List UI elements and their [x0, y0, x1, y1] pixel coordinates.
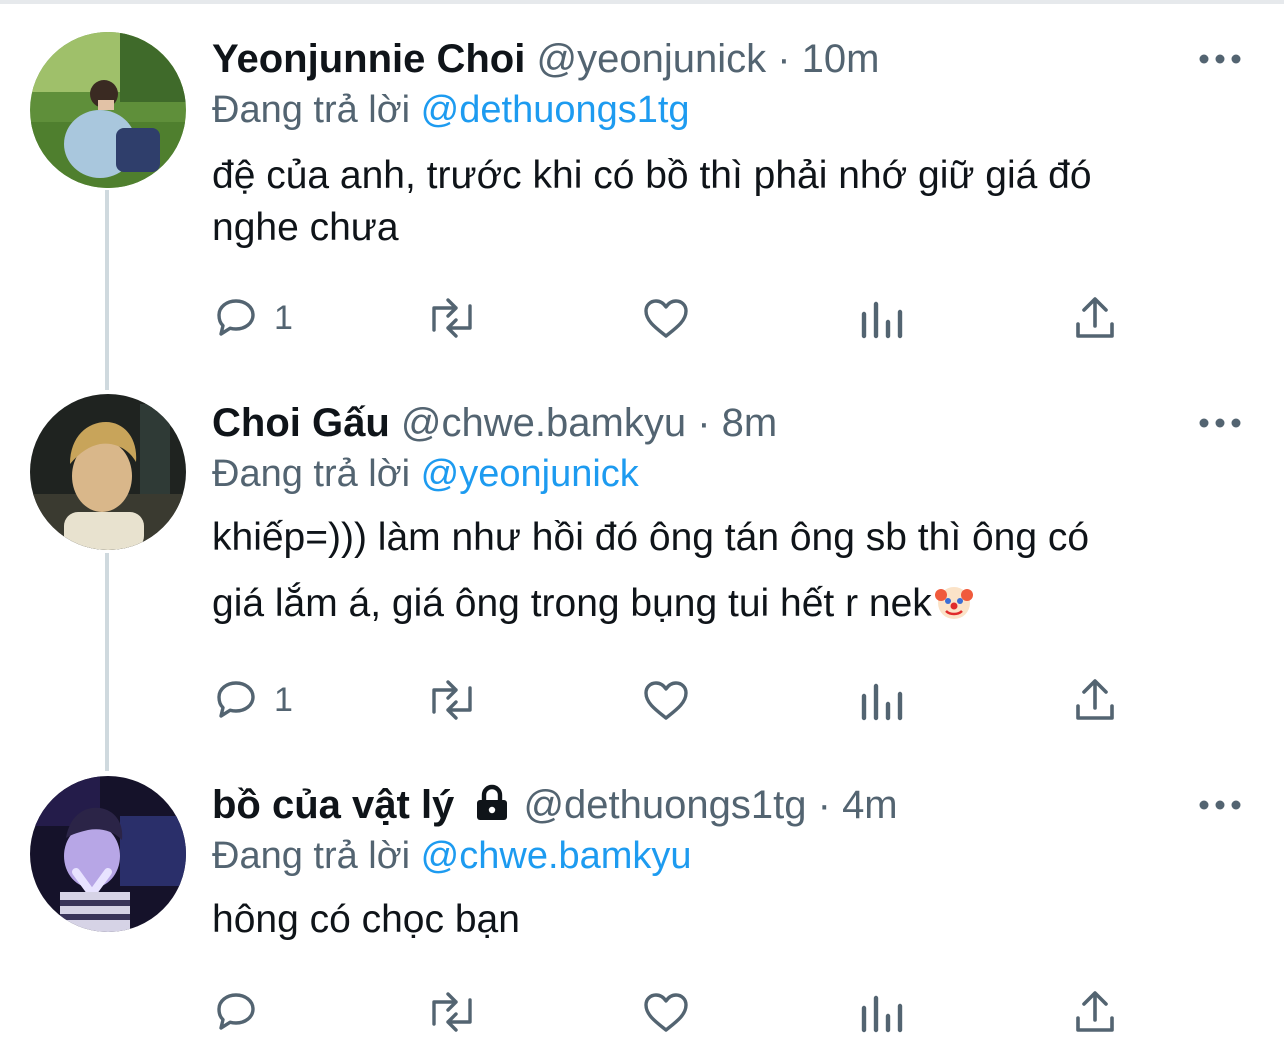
reply-mention[interactable]: @dethuongs1tg: [421, 89, 690, 131]
analytics-icon: [861, 301, 903, 339]
avatar[interactable]: [30, 32, 186, 188]
top-divider: [0, 0, 1284, 4]
tweet-text-row: giá lắm á, giá ông trong bụng tui hết r …: [212, 582, 974, 632]
retweet-button[interactable]: [424, 288, 480, 348]
separator: ·: [817, 783, 831, 827]
tweet-header: bồ của vật lý @dethuongs1tg · 4m: [212, 774, 898, 836]
replying-to-label: Đang trả lời: [212, 89, 411, 131]
user-handle[interactable]: @yeonjunick: [536, 37, 766, 81]
reply-icon: [217, 299, 255, 336]
share-button[interactable]: [1072, 670, 1118, 730]
reply-icon: [217, 993, 255, 1030]
reply-icon: [217, 681, 255, 718]
tweet-header: Yeonjunnie Choi @yeonjunick · 10m: [212, 28, 879, 90]
like-button[interactable]: [640, 670, 692, 730]
share-icon: [1076, 679, 1114, 720]
more-icon: [1199, 800, 1241, 810]
reply-count: 1: [274, 680, 293, 719]
separator: ·: [777, 37, 791, 81]
tweet-text-line: đệ của anh, trước khi có bồ thì phải nhớ…: [212, 154, 1092, 197]
reply-count: 1: [274, 298, 293, 337]
like-icon: [644, 299, 688, 338]
tweet-text-line: giá lắm á, giá ông trong bụng tui hết r …: [212, 582, 932, 625]
timestamp[interactable]: 10m: [802, 37, 880, 81]
avatar-photo: [30, 394, 186, 550]
timestamp[interactable]: 8m: [722, 401, 778, 445]
user-handle[interactable]: @dethuongs1tg: [523, 783, 806, 827]
clown-face-emoji: [934, 582, 974, 632]
reply-button[interactable]: 1: [212, 670, 293, 730]
retweet-button[interactable]: [424, 670, 480, 730]
more-icon: [1199, 54, 1241, 64]
avatar[interactable]: [30, 394, 186, 550]
like-icon: [644, 993, 688, 1032]
analytics-icon: [861, 683, 903, 721]
reply-mention[interactable]: @yeonjunick: [421, 453, 639, 495]
like-button[interactable]: [640, 982, 692, 1042]
user-handle[interactable]: @chwe.bamkyu: [401, 401, 686, 445]
reply-button[interactable]: 1: [212, 288, 293, 348]
action-bar: 1: [0, 288, 1284, 348]
avatar-photo: [30, 32, 186, 188]
separator: ·: [697, 401, 711, 445]
avatar-photo: [30, 776, 186, 932]
display-name[interactable]: bồ của vật lý: [212, 783, 454, 827]
replying-to-label: Đang trả lời: [212, 453, 411, 495]
tweet-text-line: khiếp=))) làm như hồi đó ông tán ông sb …: [212, 516, 1090, 559]
replying-to: Đang trả lời @yeonjunick: [212, 446, 639, 502]
reply-button[interactable]: [212, 982, 274, 1042]
retweet-button[interactable]: [424, 982, 480, 1042]
action-bar: 1: [0, 670, 1284, 730]
more-button[interactable]: [1196, 392, 1244, 454]
more-button[interactable]: [1196, 28, 1244, 90]
share-icon: [1076, 991, 1114, 1032]
replying-to: Đang trả lời @dethuongs1tg: [212, 82, 690, 138]
timestamp[interactable]: 4m: [842, 783, 898, 827]
like-button[interactable]: [640, 288, 692, 348]
share-icon: [1076, 297, 1114, 338]
display-name[interactable]: Choi Gấu: [212, 401, 390, 445]
replying-to-label: Đang trả lời: [212, 835, 411, 877]
more-icon: [1199, 418, 1241, 428]
analytics-icon: [861, 995, 903, 1033]
analytics-button[interactable]: [858, 670, 904, 730]
analytics-button[interactable]: [858, 982, 904, 1042]
tweet[interactable]: Choi Gấu @chwe.bamkyu · 8m Đang trả lời …: [0, 392, 1284, 732]
tweet-text-line: hông có chọc bạn: [212, 898, 520, 941]
action-bar: [0, 982, 1284, 1042]
retweet-icon: [432, 992, 472, 1032]
avatar[interactable]: [30, 776, 186, 932]
replying-to: Đang trả lời @chwe.bamkyu: [212, 828, 692, 884]
tweet-text-line: nghe chưa: [212, 206, 399, 249]
tweet[interactable]: Yeonjunnie Choi @yeonjunick · 10m Đang t…: [0, 28, 1284, 358]
tweet-header: Choi Gấu @chwe.bamkyu · 8m: [212, 392, 777, 454]
reply-mention[interactable]: @chwe.bamkyu: [421, 835, 692, 877]
retweet-icon: [432, 298, 472, 338]
share-button[interactable]: [1072, 288, 1118, 348]
share-button[interactable]: [1072, 982, 1118, 1042]
lock-icon: [477, 784, 508, 820]
more-button[interactable]: [1196, 774, 1244, 836]
retweet-icon: [432, 680, 472, 720]
display-name[interactable]: Yeonjunnie Choi: [212, 37, 525, 81]
tweet[interactable]: bồ của vật lý @dethuongs1tg · 4m Đang tr…: [0, 774, 1284, 1046]
analytics-button[interactable]: [858, 288, 904, 348]
like-icon: [644, 681, 688, 720]
